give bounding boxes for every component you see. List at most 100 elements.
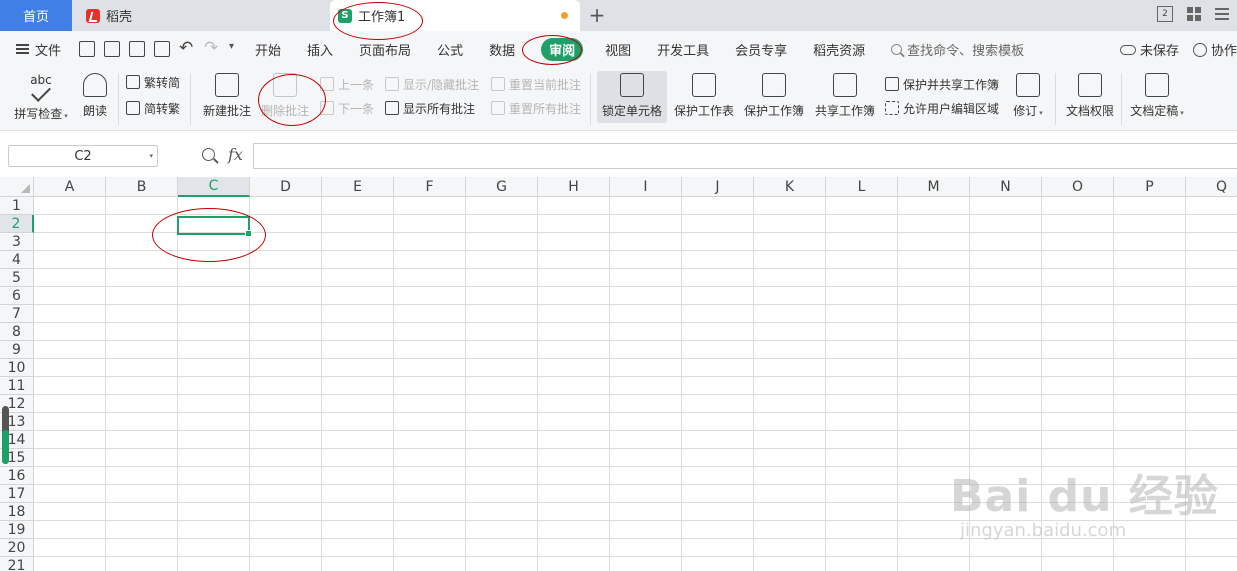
column-header-k[interactable]: K xyxy=(754,177,826,197)
cell-g21[interactable] xyxy=(466,557,538,571)
cell-h9[interactable] xyxy=(538,341,610,359)
cell-e20[interactable] xyxy=(322,539,394,557)
cell-p12[interactable] xyxy=(1114,395,1186,413)
cell-n2[interactable] xyxy=(970,215,1042,233)
menu-review[interactable]: 审阅 xyxy=(541,37,584,61)
cell-f10[interactable] xyxy=(394,359,466,377)
lock-cell-button[interactable]: 锁定单元格 xyxy=(599,67,665,119)
cell-i11[interactable] xyxy=(610,377,682,395)
save-icon[interactable] xyxy=(79,41,96,57)
cell-h19[interactable] xyxy=(538,521,610,539)
undo-icon[interactable]: ↶ xyxy=(179,40,195,57)
cell-g2[interactable] xyxy=(466,215,538,233)
cell-a11[interactable] xyxy=(34,377,106,395)
cell-l4[interactable] xyxy=(826,251,898,269)
cell-i4[interactable] xyxy=(610,251,682,269)
cell-q6[interactable] xyxy=(1186,287,1237,305)
cell-k8[interactable] xyxy=(754,323,826,341)
cell-o14[interactable] xyxy=(1042,431,1114,449)
cell-q8[interactable] xyxy=(1186,323,1237,341)
cell-k13[interactable] xyxy=(754,413,826,431)
column-header-h[interactable]: H xyxy=(538,177,610,197)
cell-o1[interactable] xyxy=(1042,197,1114,215)
cell-c5[interactable] xyxy=(178,269,250,287)
cell-l19[interactable] xyxy=(826,521,898,539)
cell-o8[interactable] xyxy=(1042,323,1114,341)
cell-d5[interactable] xyxy=(250,269,322,287)
cell-h5[interactable] xyxy=(538,269,610,287)
cell-c19[interactable] xyxy=(178,521,250,539)
cell-h14[interactable] xyxy=(538,431,610,449)
spell-check-button[interactable]: abc 拼写检查 ▾ xyxy=(10,69,72,122)
cell-d9[interactable] xyxy=(250,341,322,359)
layout-badge-icon[interactable]: 2 xyxy=(1157,6,1173,22)
cell-n13[interactable] xyxy=(970,413,1042,431)
row-header-17[interactable]: 17 xyxy=(0,485,34,503)
cell-g6[interactable] xyxy=(466,287,538,305)
cell-g3[interactable] xyxy=(466,233,538,251)
cell-a19[interactable] xyxy=(34,521,106,539)
cell-m12[interactable] xyxy=(898,395,970,413)
cell-b14[interactable] xyxy=(106,431,178,449)
cell-o2[interactable] xyxy=(1042,215,1114,233)
new-tab-button[interactable]: + xyxy=(586,3,608,27)
cell-k19[interactable] xyxy=(754,521,826,539)
cell-p11[interactable] xyxy=(1114,377,1186,395)
cell-g12[interactable] xyxy=(466,395,538,413)
cell-d15[interactable] xyxy=(250,449,322,467)
name-box[interactable]: C2 ▾ xyxy=(8,145,158,167)
cell-j9[interactable] xyxy=(682,341,754,359)
cell-i1[interactable] xyxy=(610,197,682,215)
row-header-7[interactable]: 7 xyxy=(0,305,34,323)
tab-daoke[interactable]: 稻壳 xyxy=(76,0,326,31)
row-header-3[interactable]: 3 xyxy=(0,233,34,251)
cell-b6[interactable] xyxy=(106,287,178,305)
cell-c15[interactable] xyxy=(178,449,250,467)
cell-d2[interactable] xyxy=(250,215,322,233)
cell-k14[interactable] xyxy=(754,431,826,449)
cell-l16[interactable] xyxy=(826,467,898,485)
cell-i15[interactable] xyxy=(610,449,682,467)
cell-o6[interactable] xyxy=(1042,287,1114,305)
cell-j21[interactable] xyxy=(682,557,754,571)
row-header-5[interactable]: 5 xyxy=(0,269,34,287)
cell-q3[interactable] xyxy=(1186,233,1237,251)
cell-n5[interactable] xyxy=(970,269,1042,287)
cell-d14[interactable] xyxy=(250,431,322,449)
cell-g18[interactable] xyxy=(466,503,538,521)
cell-h12[interactable] xyxy=(538,395,610,413)
row-header-6[interactable]: 6 xyxy=(0,287,34,305)
cell-g14[interactable] xyxy=(466,431,538,449)
customize-dropdown-icon[interactable]: ▾ xyxy=(229,41,239,57)
row-header-18[interactable]: 18 xyxy=(0,503,34,521)
cell-p6[interactable] xyxy=(1114,287,1186,305)
cell-j11[interactable] xyxy=(682,377,754,395)
cell-j13[interactable] xyxy=(682,413,754,431)
cell-a10[interactable] xyxy=(34,359,106,377)
cell-a13[interactable] xyxy=(34,413,106,431)
column-header-e[interactable]: E xyxy=(322,177,394,197)
cell-c4[interactable] xyxy=(178,251,250,269)
show-all-comments-button[interactable]: 显示所有批注 xyxy=(385,99,475,117)
cell-m11[interactable] xyxy=(898,377,970,395)
menu-page-layout[interactable]: 页面布局 xyxy=(359,40,411,59)
cell-d11[interactable] xyxy=(250,377,322,395)
cell-d1[interactable] xyxy=(250,197,322,215)
cell-e14[interactable] xyxy=(322,431,394,449)
menu-view[interactable]: 视图 xyxy=(605,40,631,59)
cell-l6[interactable] xyxy=(826,287,898,305)
row-header-10[interactable]: 10 xyxy=(0,359,34,377)
cell-a2[interactable] xyxy=(34,215,106,233)
trad-to-simp-button[interactable]: 繁转简 xyxy=(126,73,180,91)
column-header-q[interactable]: Q xyxy=(1186,177,1237,197)
export-pdf-icon[interactable] xyxy=(104,41,121,57)
name-box-dropdown-icon[interactable]: ▾ xyxy=(149,152,153,160)
cell-f8[interactable] xyxy=(394,323,466,341)
cell-o4[interactable] xyxy=(1042,251,1114,269)
cell-g11[interactable] xyxy=(466,377,538,395)
apps-grid-icon[interactable] xyxy=(1187,7,1201,21)
cell-q9[interactable] xyxy=(1186,341,1237,359)
cell-l14[interactable] xyxy=(826,431,898,449)
cell-m7[interactable] xyxy=(898,305,970,323)
cell-q10[interactable] xyxy=(1186,359,1237,377)
